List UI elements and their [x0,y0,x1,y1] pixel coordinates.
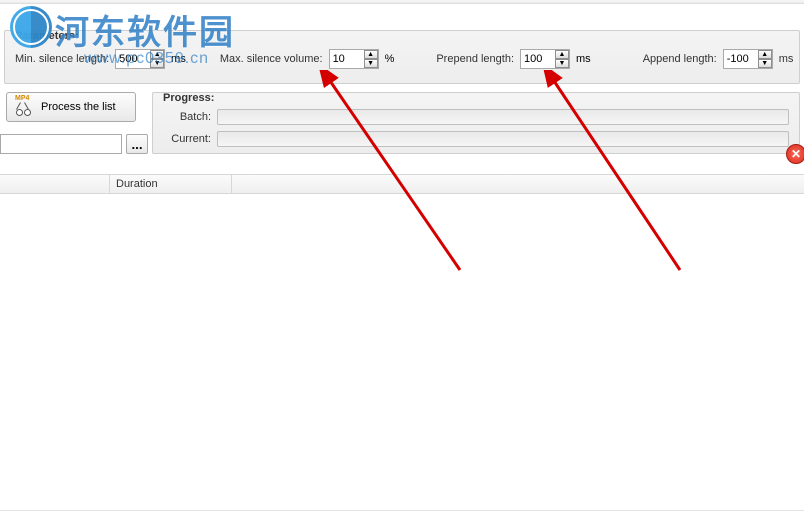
list-header-col1[interactable] [0,175,110,193]
max-silence-volume-label: Max. silence volume: [220,53,323,65]
process-the-list-button[interactable]: Process the list [6,92,136,122]
process-the-list-label: Process the list [41,101,116,113]
max-silence-volume-field[interactable] [330,51,364,67]
output-path-input[interactable] [0,134,122,154]
prepend-length-unit: ms [576,53,591,65]
mp4-icon [15,99,35,115]
append-length-unit: ms [779,53,794,65]
prepend-length-field[interactable] [521,51,555,67]
progress-title: Progress: [161,92,216,104]
append-length-label: Append length: [643,53,717,65]
spin-down-icon[interactable]: ▼ [364,59,378,68]
progress-group: Progress: Batch: Current: [152,92,800,154]
watermark-text: 河东软件园 [55,5,235,54]
max-silence-volume-input[interactable]: ▲▼ [329,49,379,69]
prepend-length-label: Prepend length: [436,53,514,65]
list-header-duration[interactable]: Duration [110,175,232,193]
close-icon[interactable]: ✕ [786,144,804,164]
watermark-logo [10,6,52,48]
list-header: Duration [0,174,804,194]
window-toolbar [0,0,804,4]
batch-progress-bar [217,109,789,125]
append-length-input[interactable]: ▲▼ [723,49,773,69]
current-label: Current: [163,133,211,145]
spin-up-icon[interactable]: ▲ [364,50,378,59]
spin-down-icon[interactable]: ▼ [555,59,569,68]
max-silence-volume-unit: % [385,53,395,65]
scissors-icon [16,105,30,115]
prepend-length-input[interactable]: ▲▼ [520,49,570,69]
append-length-field[interactable] [724,51,758,67]
current-progress-bar [217,131,789,147]
spin-down-icon[interactable]: ▼ [758,59,772,68]
spin-up-icon[interactable]: ▲ [555,50,569,59]
batch-label: Batch: [163,111,211,123]
spin-up-icon[interactable]: ▲ [758,50,772,59]
browse-button[interactable]: ... [126,134,148,154]
